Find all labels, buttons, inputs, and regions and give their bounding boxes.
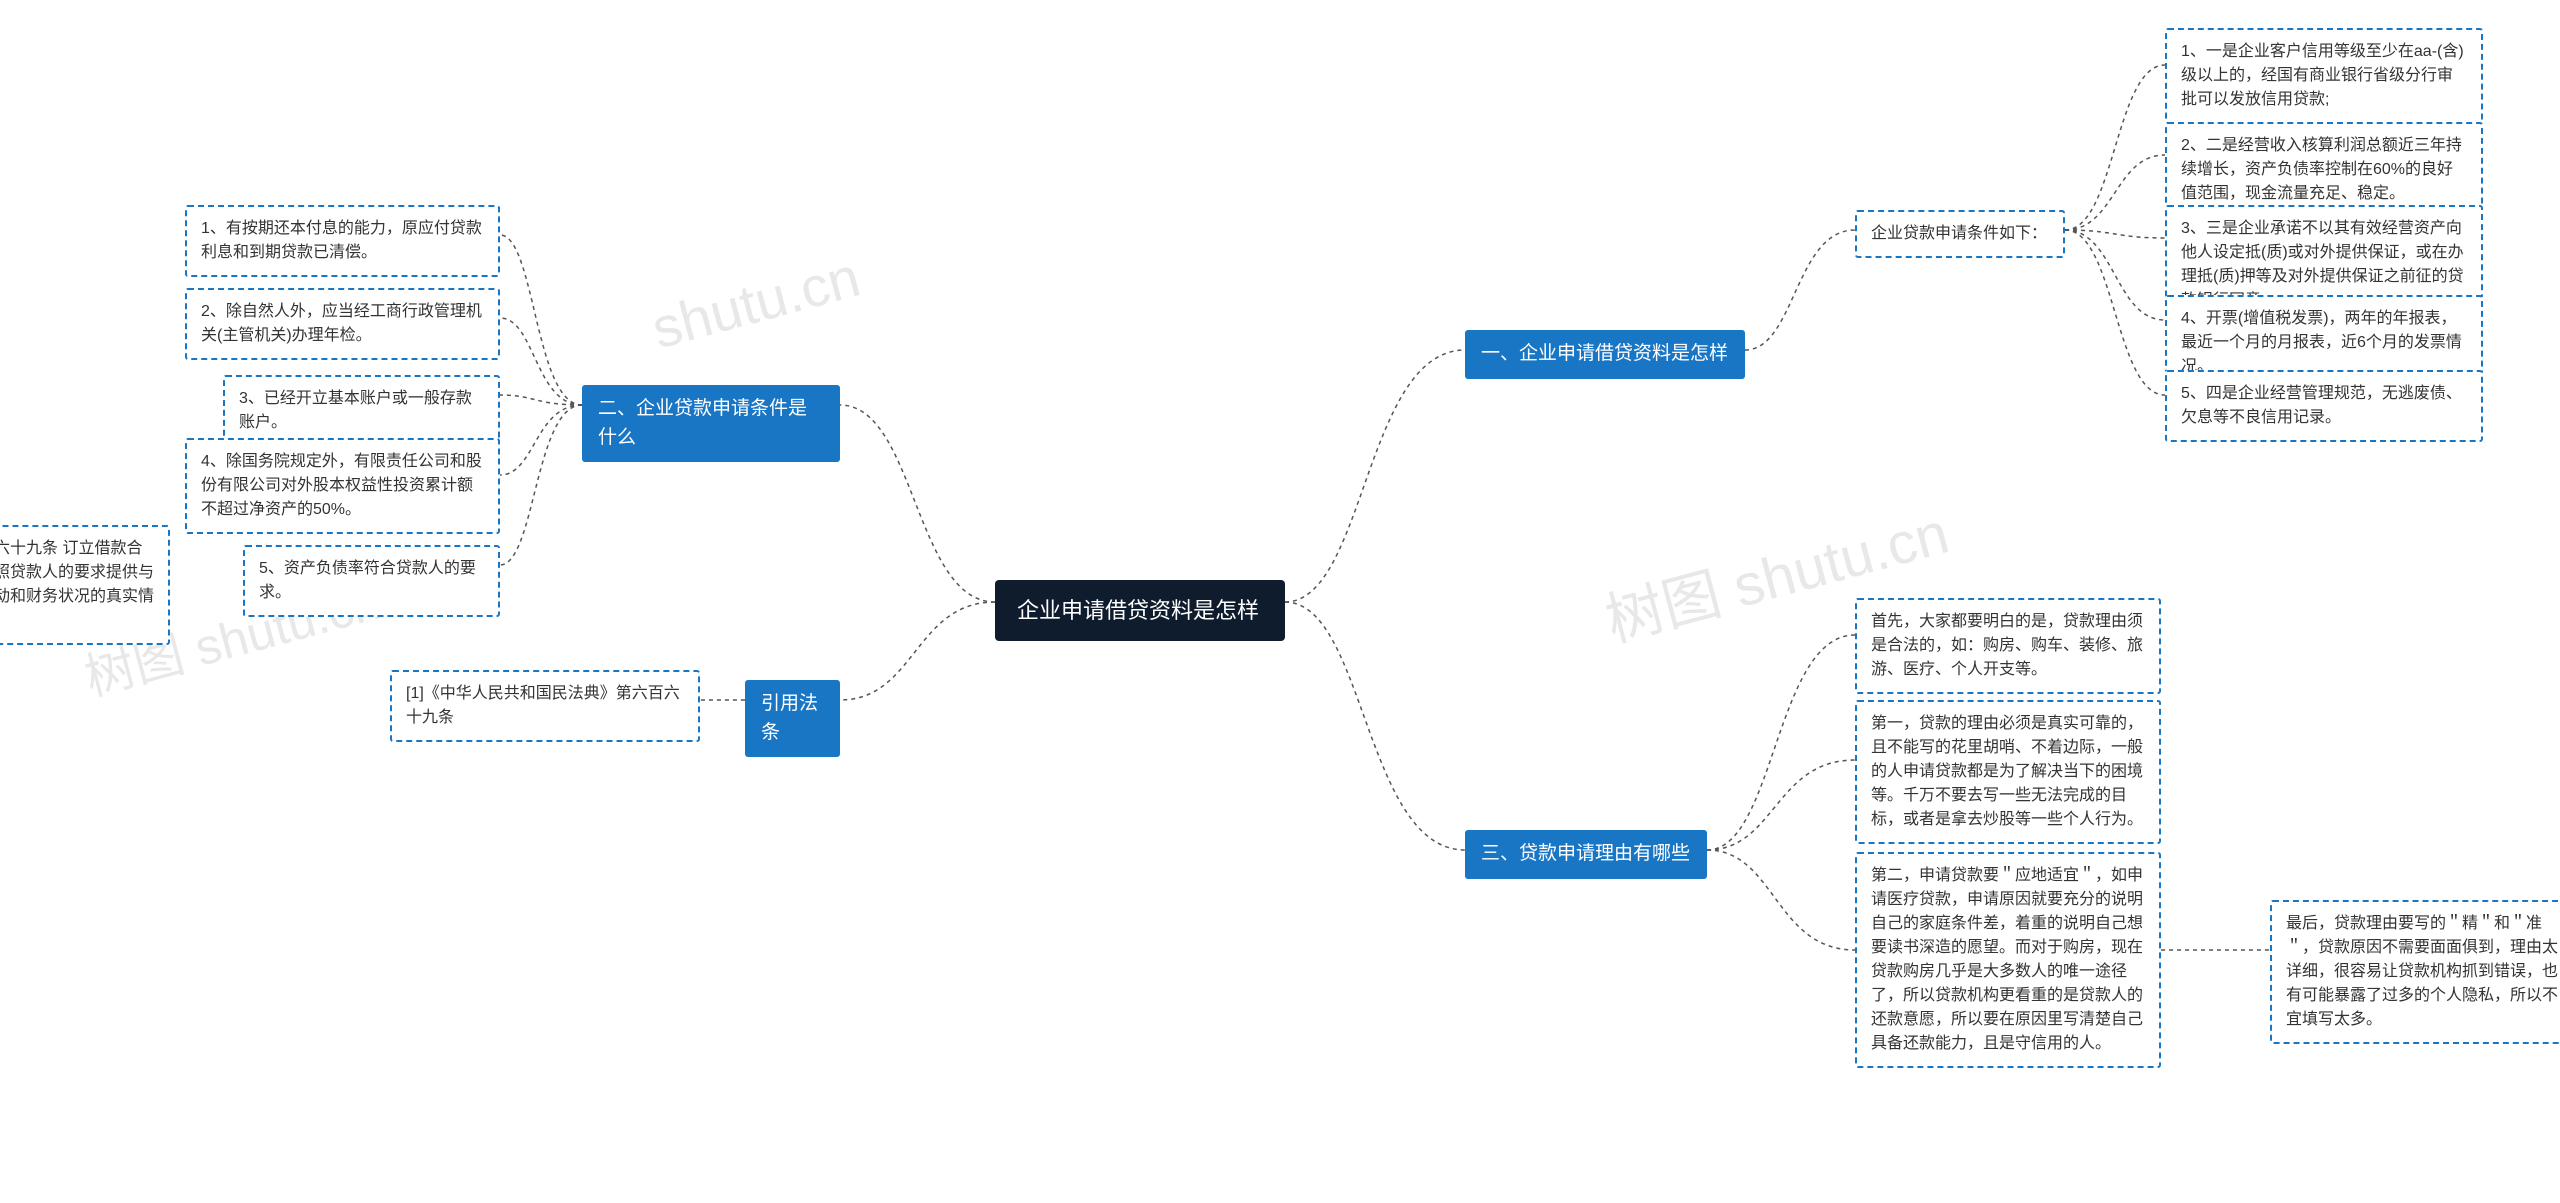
leaf-b2-extra[interactable]: 《民法典》第六百六十九条 订立借款合同，借款人应当按照贷款人的要求提供与借款有关…	[0, 525, 170, 645]
leaf-b3-1[interactable]: 首先，大家都要明白的是，贷款理由须是合法的，如：购房、购车、装修、旅游、医疗、个…	[1855, 598, 2161, 694]
branch-node-1[interactable]: 一、企业申请借贷资料是怎样	[1465, 330, 1745, 379]
leaf-b1-1[interactable]: 1、一是企业客户信用等级至少在aa-(含)级以上的，经国有商业银行省级分行审批可…	[2165, 28, 2483, 124]
sub-node-1[interactable]: 企业贷款申请条件如下：	[1855, 210, 2065, 258]
leaf-b1-5[interactable]: 5、四是企业经营管理规范，无逃废债、欠息等不良信用记录。	[2165, 370, 2483, 442]
leaf-b4-1[interactable]: [1]《中华人民共和国民法典》第六百六十九条	[390, 670, 700, 742]
branch-node-3[interactable]: 三、贷款申请理由有哪些	[1465, 830, 1707, 879]
branch-node-4[interactable]: 引用法条	[745, 680, 840, 757]
leaf-b3-2[interactable]: 第一，贷款的理由必须是真实可靠的，且不能写的花里胡哨、不着边际，一般的人申请贷款…	[1855, 700, 2161, 844]
leaf-b2-1[interactable]: 1、有按期还本付息的能力，原应付贷款利息和到期贷款已清偿。	[185, 205, 500, 277]
branch-node-2[interactable]: 二、企业贷款申请条件是什么	[582, 385, 840, 462]
leaf-b1-2[interactable]: 2、二是经营收入核算利润总额近三年持续增长，资产负债率控制在60%的良好值范围，…	[2165, 122, 2483, 218]
leaf-b2-5[interactable]: 5、资产负债率符合贷款人的要求。	[243, 545, 500, 617]
mindmap-root[interactable]: 企业申请借贷资料是怎样	[995, 580, 1285, 641]
leaf-b2-3[interactable]: 3、已经开立基本账户或一般存款账户。	[223, 375, 500, 447]
leaf-b2-4[interactable]: 4、除国务院规定外，有限责任公司和股份有限公司对外股本权益性投资累计额不超过净资…	[185, 438, 500, 534]
leaf-b3-4[interactable]: 最后，贷款理由要写的＂精＂和＂准＂，贷款原因不需要面面俱到，理由太详细，很容易让…	[2270, 900, 2560, 1044]
leaf-b3-3[interactable]: 第二，申请贷款要＂应地适宜＂，如申请医疗贷款，申请原因就要充分的说明自己的家庭条…	[1855, 852, 2161, 1068]
watermark: shutu.cn	[645, 244, 866, 362]
leaf-b2-2[interactable]: 2、除自然人外，应当经工商行政管理机关(主管机关)办理年检。	[185, 288, 500, 360]
